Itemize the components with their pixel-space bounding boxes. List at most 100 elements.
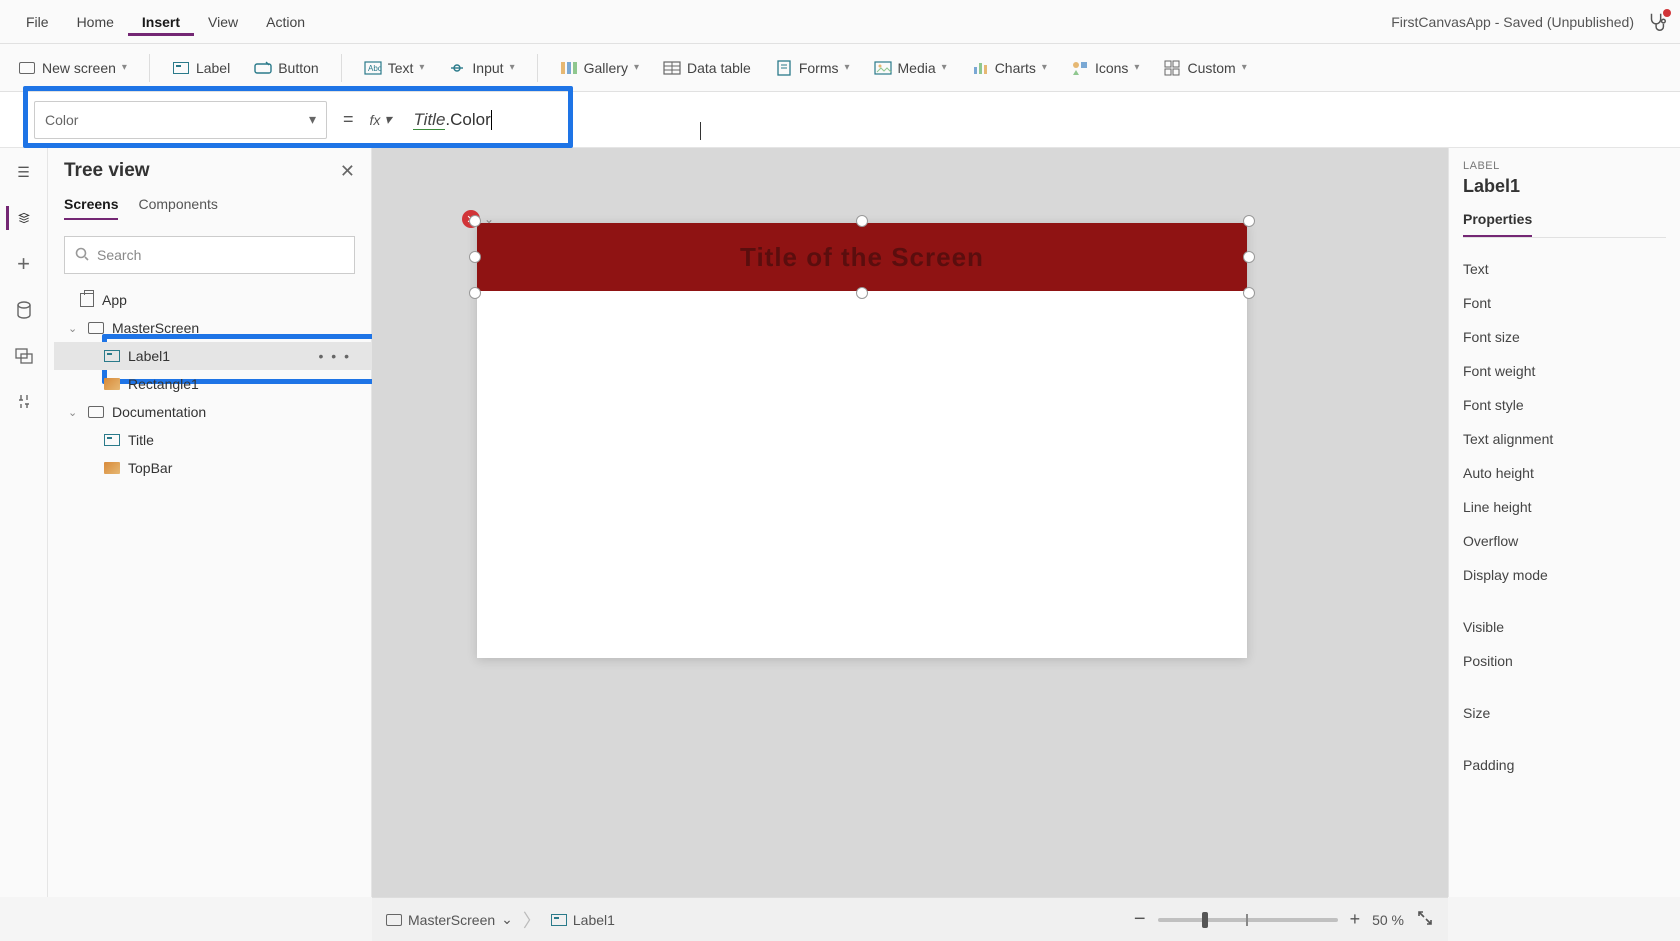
tree-app[interactable]: App — [54, 286, 371, 314]
tab-properties[interactable]: Properties — [1463, 207, 1532, 237]
insert-label-button[interactable]: Label — [162, 53, 240, 83]
menu-action[interactable]: Action — [252, 8, 319, 36]
chevron-down-icon: ⌄ — [68, 322, 80, 335]
resize-handle[interactable] — [1243, 215, 1255, 227]
button-icon — [254, 59, 272, 77]
chevron-down-icon: ▾ — [122, 62, 127, 73]
tab-screens[interactable]: Screens — [64, 192, 118, 220]
prop-fontweight[interactable]: Font weight — [1463, 354, 1666, 388]
property-dropdown[interactable]: Color ▾ — [34, 101, 327, 139]
resize-handle[interactable] — [1243, 251, 1255, 263]
data-rail-button[interactable] — [12, 298, 36, 322]
slider-midpoint — [1246, 914, 1248, 926]
screen-label: MasterScreen — [112, 320, 199, 336]
app-checker-icon[interactable] — [1646, 11, 1668, 33]
prop-textalign[interactable]: Text alignment — [1463, 422, 1666, 456]
zoom-slider[interactable] — [1158, 918, 1338, 922]
tree-item-rectangle1[interactable]: Rectangle1 — [54, 370, 371, 398]
tree-item-title[interactable]: Title — [54, 426, 371, 454]
prop-overflow[interactable]: Overflow — [1463, 524, 1666, 558]
formula-prop: .Color — [445, 110, 490, 129]
button-text: Button — [278, 60, 318, 76]
prop-padding[interactable]: Padding — [1463, 748, 1666, 782]
prop-autoheight[interactable]: Auto height — [1463, 456, 1666, 490]
media-rail-button[interactable] — [12, 344, 36, 368]
prop-fontstyle[interactable]: Font style — [1463, 388, 1666, 422]
slider-thumb[interactable] — [1202, 912, 1208, 928]
tab-components[interactable]: Components — [138, 192, 217, 220]
menu-home[interactable]: Home — [63, 8, 128, 36]
tree-screen-master[interactable]: ⌄ MasterScreen — [54, 314, 371, 342]
prop-visible[interactable]: Visible — [1463, 610, 1666, 644]
zoom-in-button[interactable]: + — [1350, 909, 1361, 930]
prop-lineheight[interactable]: Line height — [1463, 490, 1666, 524]
rect-icon — [104, 378, 120, 390]
search-icon — [75, 247, 89, 264]
text-cursor-icon — [700, 122, 701, 140]
insert-icons-button[interactable]: Icons ▾ — [1061, 53, 1150, 83]
tree-item-topbar[interactable]: TopBar — [54, 454, 371, 482]
insert-charts-button[interactable]: Charts ▾ — [961, 53, 1057, 83]
screen-icon — [88, 322, 104, 334]
insert-button-button[interactable]: Button — [244, 53, 328, 83]
insert-gallery-button[interactable]: Gallery ▾ — [550, 53, 649, 83]
chevron-down-icon: ▾ — [1042, 62, 1047, 73]
fit-screen-icon[interactable] — [1416, 909, 1434, 930]
app-icon — [80, 293, 94, 307]
close-icon[interactable]: ✕ — [340, 161, 355, 182]
menu-insert[interactable]: Insert — [128, 8, 194, 36]
prop-fontsize[interactable]: Font size — [1463, 320, 1666, 354]
resize-handle[interactable] — [469, 215, 481, 227]
search-input[interactable]: Search — [64, 236, 355, 274]
insert-input-button[interactable]: Input ▾ — [438, 53, 524, 83]
prop-font[interactable]: Font — [1463, 286, 1666, 320]
resize-handle[interactable] — [856, 287, 868, 299]
menu-file[interactable]: File — [12, 8, 63, 36]
advanced-rail-button[interactable] — [12, 390, 36, 414]
charts-label: Charts — [995, 60, 1036, 76]
prop-size[interactable]: Size — [1463, 696, 1666, 730]
breadcrumb-screen[interactable]: MasterScreen ⌄ — [386, 911, 513, 928]
prop-displaymode[interactable]: Display mode — [1463, 558, 1666, 592]
tree-tabs: Screens Components — [48, 192, 371, 230]
insert-custom-button[interactable]: Custom ▾ — [1153, 53, 1256, 83]
insert-text-button[interactable]: Abc Text ▾ — [354, 53, 435, 83]
new-screen-button[interactable]: New screen ▾ — [8, 53, 137, 83]
bc-control-label: Label1 — [573, 912, 615, 928]
canvas[interactable]: Title of the Screen ✕ ⌄ — [372, 148, 1448, 897]
svg-text:Abc: Abc — [368, 64, 382, 73]
chevron-down-icon: ⌄ — [68, 406, 80, 419]
resize-handle[interactable] — [469, 251, 481, 263]
prop-gap — [1463, 678, 1666, 696]
formula-input[interactable]: Title.Color — [413, 110, 491, 130]
menu-view[interactable]: View — [194, 8, 252, 36]
prop-text[interactable]: Text — [1463, 252, 1666, 286]
resize-handle[interactable] — [856, 215, 868, 227]
tree-list: App ⌄ MasterScreen Label1 • • • Rectangl… — [48, 286, 371, 482]
label-text: Label — [196, 60, 230, 76]
zoom-out-button[interactable]: − — [1134, 908, 1146, 931]
insert-forms-button[interactable]: Forms ▾ — [765, 53, 860, 83]
item-label: Title — [128, 432, 154, 448]
insert-media-button[interactable]: Media ▾ — [864, 53, 957, 83]
forms-icon — [775, 59, 793, 77]
hamburger-icon[interactable]: ☰ — [12, 160, 36, 184]
resize-handle[interactable] — [469, 287, 481, 299]
more-icon[interactable]: • • • — [319, 348, 351, 364]
tree-item-label1[interactable]: Label1 • • • — [54, 342, 371, 370]
fx-button[interactable]: fx ▾ — [370, 111, 392, 128]
tree-app-label: App — [102, 292, 127, 308]
screen-icon — [18, 59, 36, 77]
resize-handle[interactable] — [1243, 287, 1255, 299]
formula-bar: Color ▾ = fx ▾ Title.Color — [0, 92, 1680, 148]
separator — [341, 54, 342, 82]
prop-position[interactable]: Position — [1463, 644, 1666, 678]
control-kind: LABEL — [1463, 160, 1666, 172]
label-icon — [551, 914, 567, 926]
item-label: Rectangle1 — [128, 376, 199, 392]
tree-screen-documentation[interactable]: ⌄ Documentation — [54, 398, 371, 426]
breadcrumb-control[interactable]: Label1 — [551, 912, 615, 928]
insert-datatable-button[interactable]: Data table — [653, 53, 761, 83]
insert-rail-button[interactable]: + — [12, 252, 36, 276]
tree-view-rail-button[interactable] — [6, 206, 30, 230]
